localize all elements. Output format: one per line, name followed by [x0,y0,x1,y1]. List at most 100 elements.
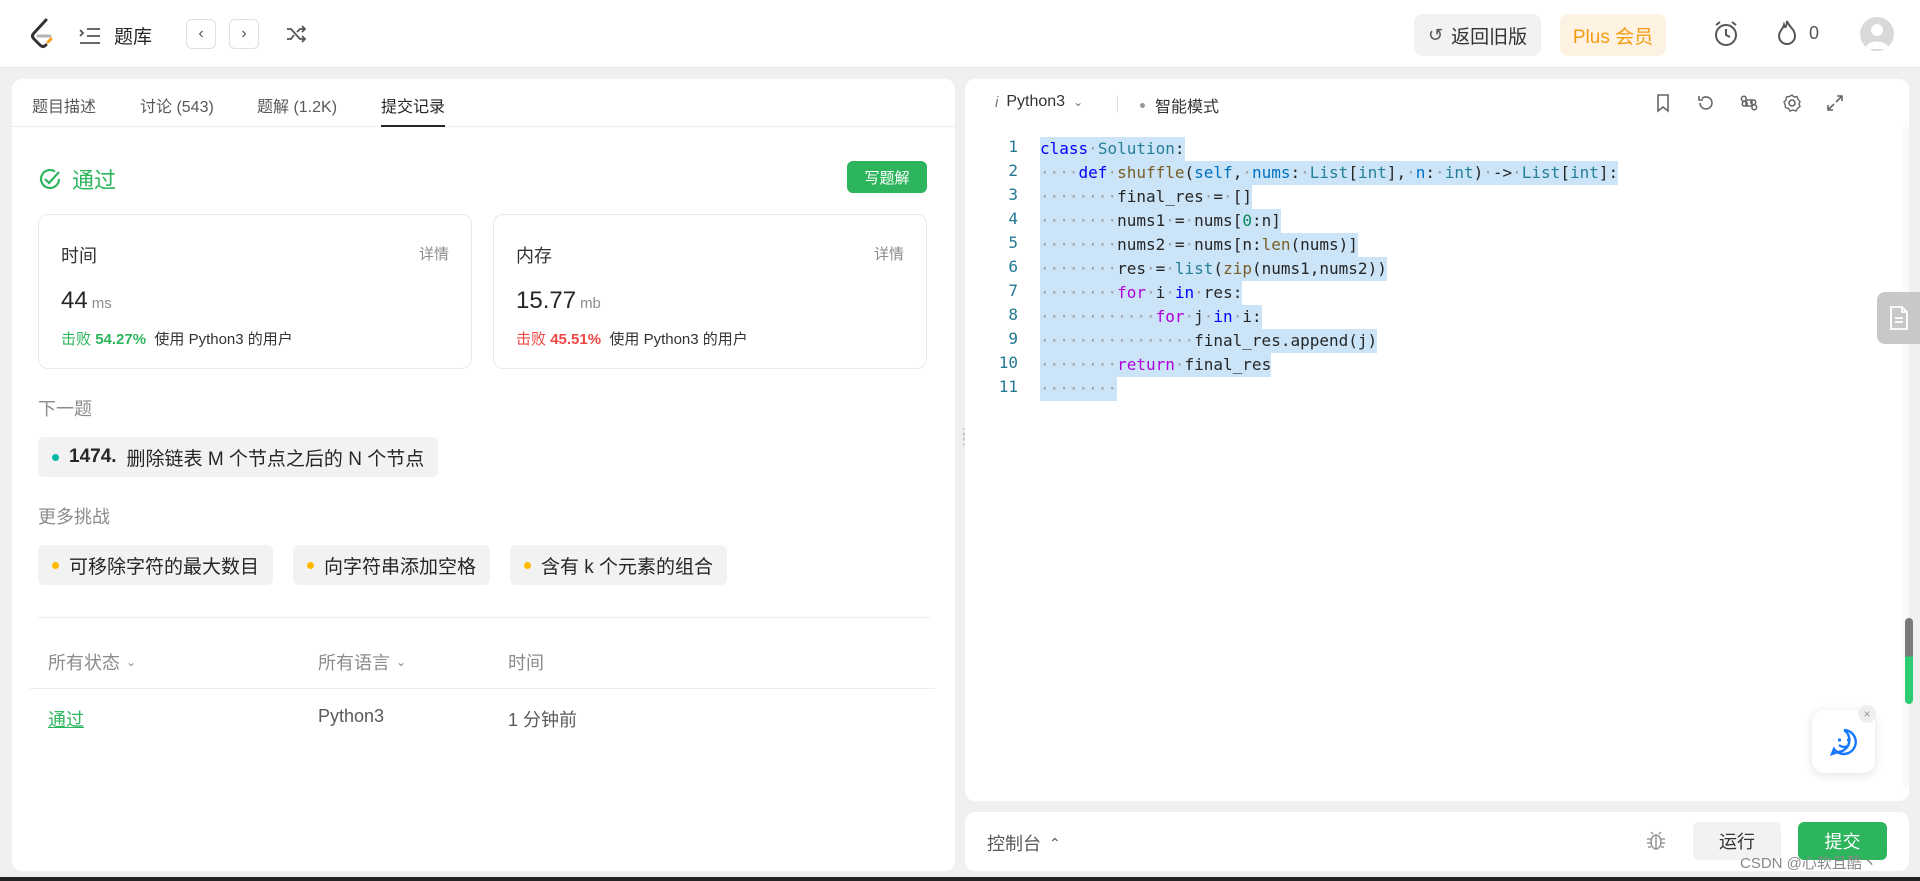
next-problem-button[interactable]: › [229,19,259,49]
code-line: ····def·shuffle(self,·nums:·List[int],·n… [1040,161,1619,185]
difficulty-dot [524,561,531,569]
code-line: ········final_res·=·[] [1040,185,1252,209]
next-problem-title: 删除链表 M 个节点之后的 N 个节点 [126,448,425,470]
code-line: ················final_res.append(j) [1040,329,1378,353]
language-selector[interactable]: i Python3 ⌄ [995,93,1083,111]
submission-language: Python3 [318,706,385,726]
prev-problem-button[interactable]: ‹ [186,19,216,49]
chevron-down-icon: ⌄ [126,655,137,669]
memory-beat-pct: 45.51% [550,331,602,348]
reset-icon[interactable] [1696,93,1716,113]
code-line: ········res·=·list(zip(nums1,nums2)) [1040,257,1387,281]
submission-status-link[interactable]: 通过 [48,706,84,732]
user-icon [1865,24,1889,49]
runtime-detail-link[interactable]: 详情 [419,243,449,264]
plus-member-button[interactable]: Plus 会员 [1560,14,1666,56]
bookmark-icon[interactable] [1653,93,1673,113]
challenge-chip[interactable]: 向字符串添加空格 [293,545,491,585]
document-icon [1889,306,1908,330]
difficulty-dot [52,561,59,569]
line-number: 2 [1008,161,1018,180]
runtime-value: 44 [61,287,88,314]
submission-status: 通过 [38,163,116,195]
top-navbar: 题库 ‹ › ↺ 返回旧版 Plus 会员 0 [0,0,1920,68]
tab-submissions[interactable]: 提交记录 [381,93,446,127]
challenge-title: 向字符串添加空格 [324,556,477,578]
page-scrollbar[interactable] [1905,618,1913,704]
shuffle-icon[interactable] [284,22,308,46]
tab-description[interactable]: 题目描述 [32,93,96,127]
runtime-beat-suffix: 使用 Python3 的用户 [154,331,293,348]
tab-discussion[interactable]: 讨论 (543) [140,93,214,127]
fullscreen-icon[interactable] [1825,93,1845,113]
command-icon[interactable] [1739,93,1759,113]
memory-beat-label: 击败 [516,331,547,348]
challenge-chip[interactable]: 含有 k 个元素的组合 [510,545,728,585]
editor-toolbar: i Python3 ⌄ 智能模式 [965,79,1909,127]
runtime-unit: ms [91,295,112,312]
line-number: 6 [1008,257,1018,276]
memory-unit: mb [580,295,601,312]
left-panel: 题目描述 讨论 (543) 题解 (1.2K) 提交记录 通过 写题解 时间 详… [12,79,955,871]
line-number: 7 [1008,281,1018,300]
write-solution-button[interactable]: 写题解 [847,161,927,193]
language-filter[interactable]: 所有语言 ⌄ [318,649,406,675]
console-label: 控制台 [987,834,1041,854]
more-challenges-heading: 更多挑战 [38,507,110,527]
fire-icon [1777,20,1797,45]
info-icon: i [995,93,999,111]
bug-icon[interactable] [1645,830,1667,852]
status-filter[interactable]: 所有状态 ⌄ [48,649,136,675]
chevron-left-icon: ‹ [198,25,204,42]
line-number: 4 [1008,209,1018,228]
code-line: ············for·j·in·i: [1040,305,1262,329]
notes-side-tab[interactable] [1877,292,1920,344]
next-problem-chip[interactable]: 1474. 删除链表 M 个节点之后的 N 个节点 [38,437,439,477]
avatar[interactable] [1860,17,1894,51]
plus-label: Plus 会员 [1572,26,1654,48]
list-icon [79,27,100,44]
undo-icon: ↺ [1428,24,1444,45]
check-circle-icon [39,168,61,190]
chevron-down-icon: ⌄ [396,655,407,669]
submission-time: 1 分钟前 [508,710,578,730]
close-icon[interactable]: × [1858,705,1876,723]
tab-bar: 题目描述 讨论 (543) 题解 (1.2K) 提交记录 [12,79,955,127]
memory-detail-link[interactable]: 详情 [874,243,904,264]
code-editor-panel: i Python3 ⌄ 智能模式 1 2 3 4 5 6 7 8 9 10 11… [965,79,1909,801]
line-number: 9 [1008,329,1018,348]
challenge-chip[interactable]: 可移除字符的最大数目 [38,545,274,585]
divider [38,617,930,618]
runtime-title: 时间 [61,246,97,266]
line-number: 5 [1008,233,1018,252]
language-label: Python3 [1006,93,1066,110]
line-number: 11 [998,377,1018,396]
line-number: 8 [1008,305,1018,324]
next-problem-number: 1474. [69,446,117,467]
runtime-beat: 击败 54.27% 使用 Python3 的用户 [61,328,293,349]
console-toggle[interactable]: 控制台 ⌃ [987,830,1061,856]
memory-card: 内存 详情 15.77 mb 击败 45.51% 使用 Python3 的用户 [493,214,927,369]
code-line: ········for·i·in·res: [1040,281,1243,305]
bullet-icon [1140,102,1145,108]
old-version-button[interactable]: ↺ 返回旧版 [1414,14,1542,56]
code-line: ········nums2·=·nums[n:len(nums)] [1040,233,1358,257]
settings-icon[interactable] [1782,93,1802,113]
window-bottom-edge [0,877,1920,881]
time-column-label: 时间 [508,653,544,673]
watermark: CSDN @心软且酷丶 [1740,855,1877,872]
problem-bank-label: 题库 [114,27,153,48]
streak-counter[interactable]: 0 [1775,19,1819,47]
chevron-down-icon: ⌄ [1073,95,1084,109]
memory-beat: 击败 45.51% 使用 Python3 的用户 [516,328,748,349]
problem-bank-menu[interactable]: 题库 [78,22,152,49]
line-number: 1 [1008,137,1018,156]
streak-count: 0 [1809,22,1820,43]
tab-solutions[interactable]: 题解 (1.2K) [257,93,337,127]
toolbar-divider [1117,95,1118,113]
difficulty-dot [307,561,314,569]
smart-mode-toggle[interactable]: 智能模式 [1140,93,1219,117]
leetcode-logo[interactable] [28,18,58,50]
next-problem-heading: 下一题 [38,399,92,419]
alarm-clock-icon[interactable] [1711,19,1741,49]
